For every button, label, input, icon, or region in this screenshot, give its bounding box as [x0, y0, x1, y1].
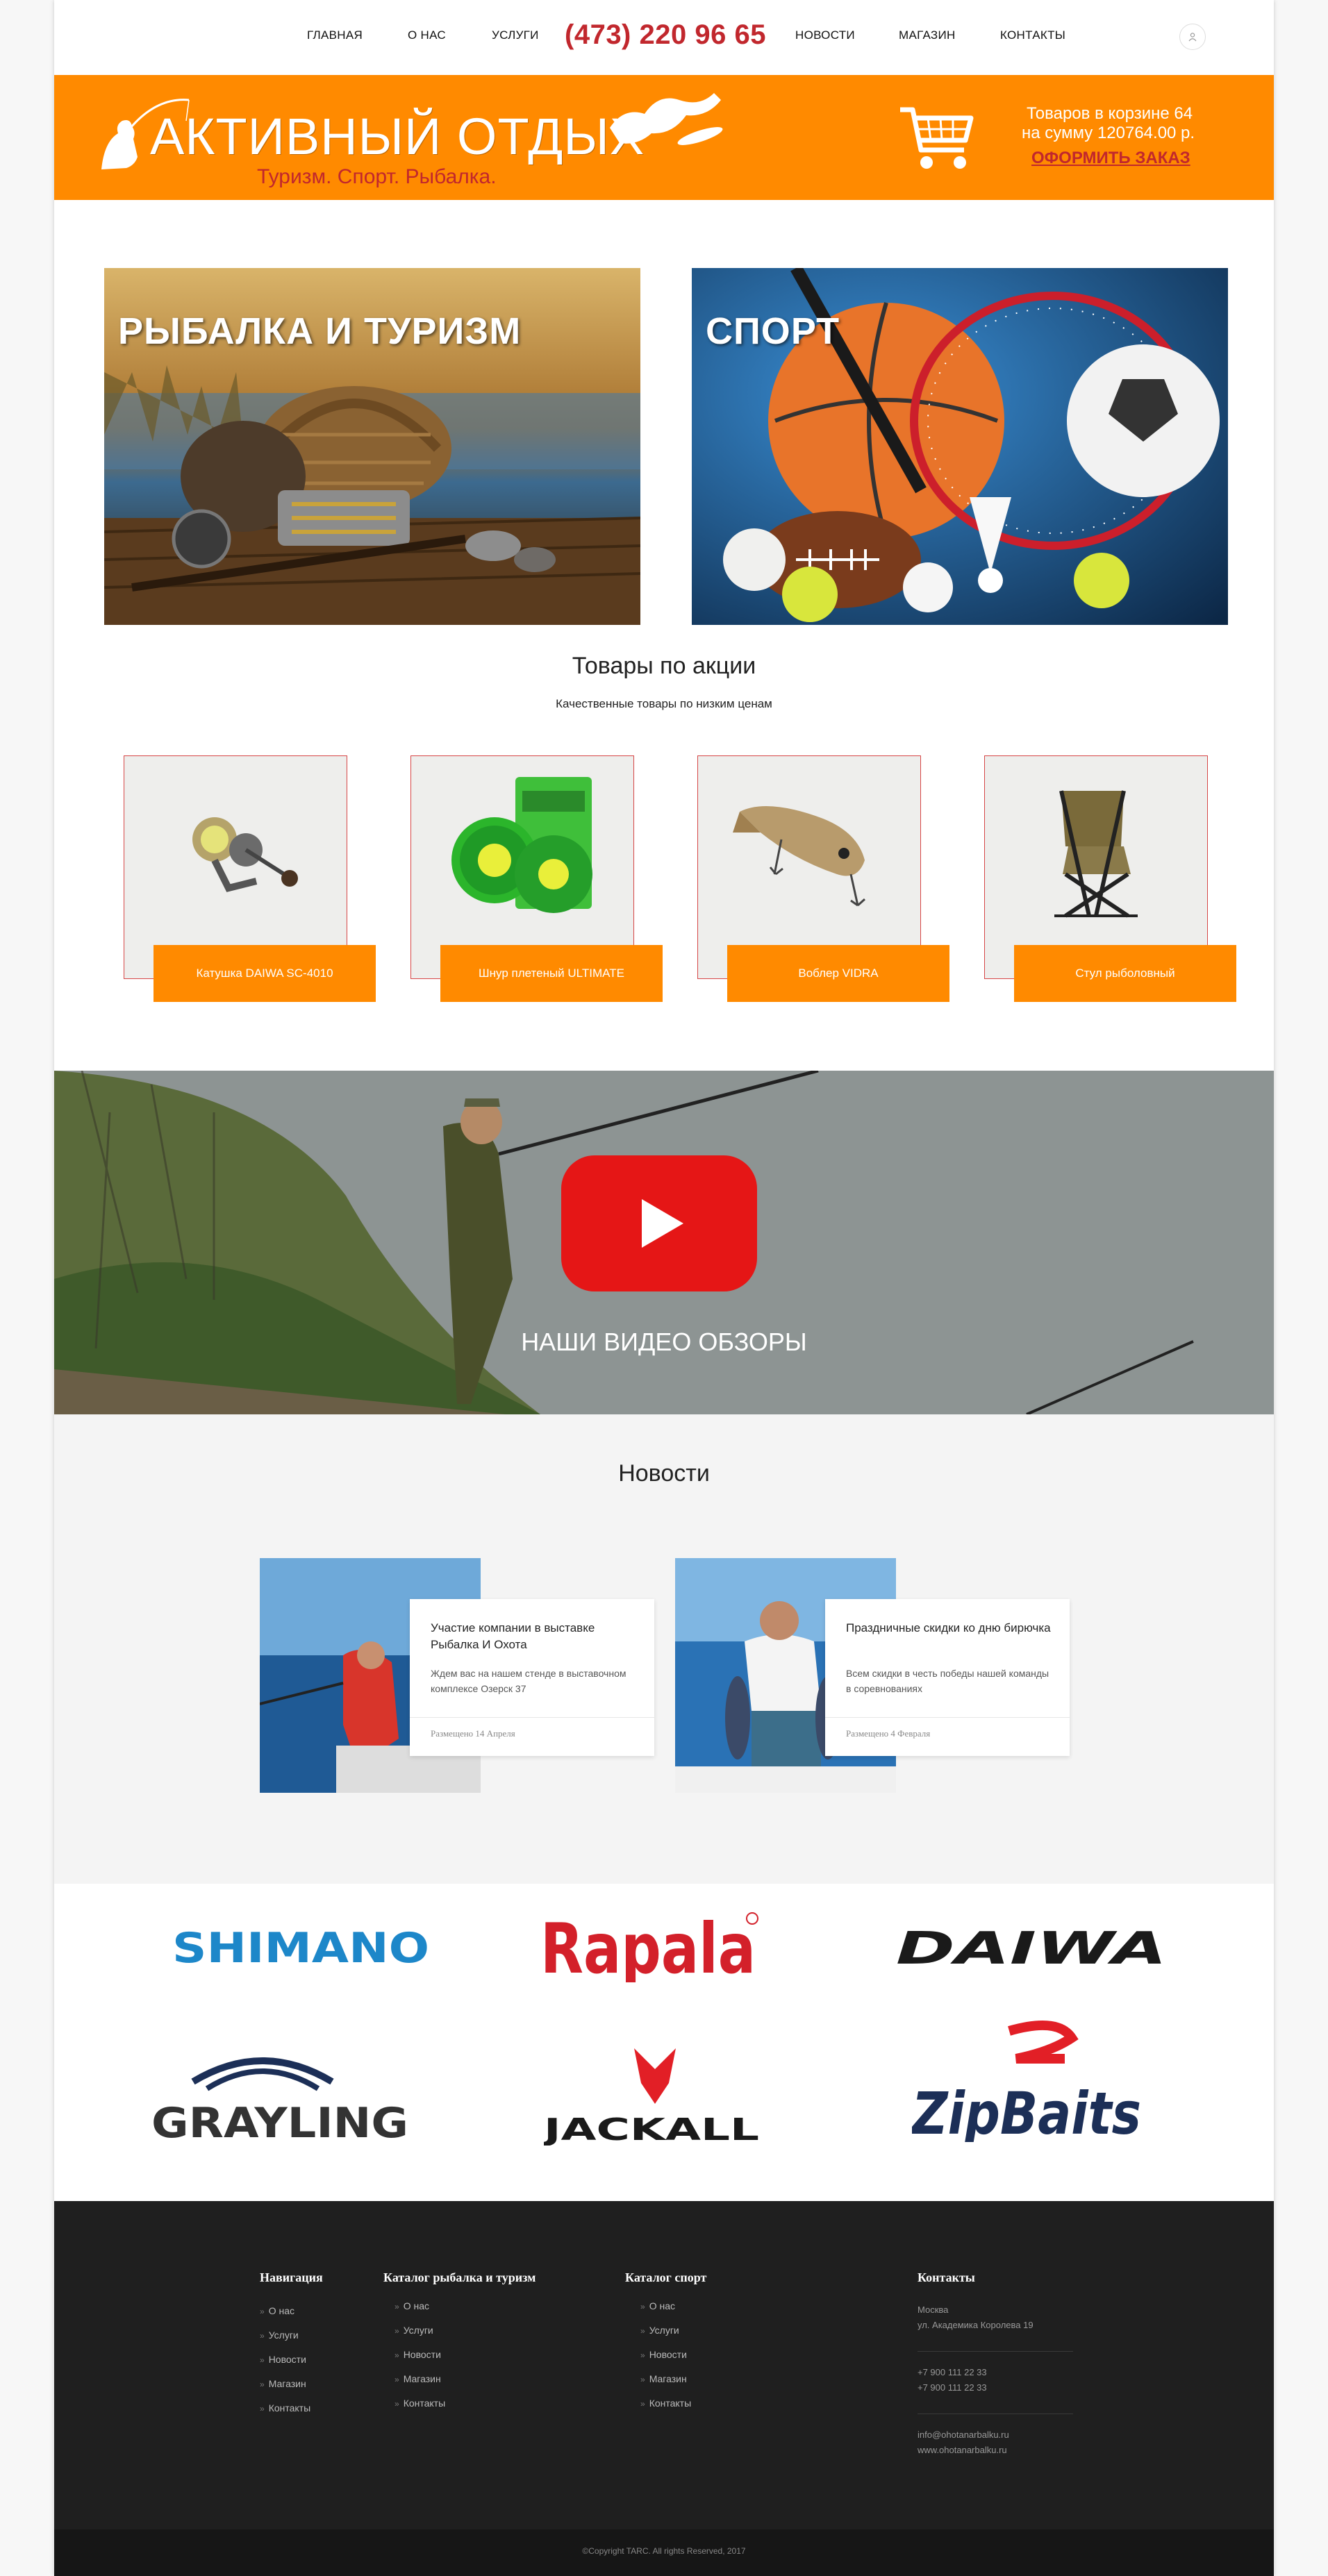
- logo-subtitle: Туризм. Спорт. Рыбалка.: [257, 165, 497, 188]
- promo-title: Товары по акции: [572, 653, 756, 679]
- footer-address: ул. Академика Королева 19: [918, 2320, 1034, 2330]
- video-label: НАШИ ВИДЕО ОБЗОРЫ: [521, 1328, 807, 1356]
- footer-fishing-link[interactable]: » Магазин: [395, 2373, 441, 2384]
- footer-sport-heading: Каталог спорт: [625, 2270, 707, 2284]
- news-item-text: Всем скидки в честь победы нашей команды…: [846, 1668, 1049, 1694]
- brand-name: DAIWA: [896, 1923, 1167, 1969]
- news-card-2[interactable]: Праздничные скидки ко дню бирючка Всем с…: [825, 1599, 1070, 1756]
- brand-name: JACKALL: [544, 2112, 759, 2146]
- footer-nav-link[interactable]: » Услуги: [260, 2330, 299, 2341]
- news-item-title[interactable]: Участие компании в выставке Рыбалка И Ох…: [431, 1620, 639, 1653]
- footer-nav-link[interactable]: » Контакты: [260, 2402, 310, 2414]
- footer: Навигация » О нас » Услуги » Новости » Магаз…: [54, 2201, 1274, 2576]
- nav-news[interactable]: НОВОСТИ: [795, 28, 855, 42]
- footer-sport-link[interactable]: » Магазин: [640, 2373, 687, 2384]
- header-banner: АКТИВНЫЙ ОТДЫХ Туризм. Спорт. Рыбалка. Т…: [54, 75, 1274, 200]
- category-title-sport: СПОРТ: [706, 310, 840, 352]
- nav-home[interactable]: ГЛАВНАЯ: [307, 28, 363, 42]
- copyright: ©Copyright TARC. All rights Reserved, 20…: [582, 2546, 746, 2556]
- footer-nav-heading: Навигация: [260, 2270, 323, 2284]
- top-navigation: ГЛАВНАЯ О НАС УСЛУГИ (473) 220 96 65 НОВ…: [54, 0, 1274, 75]
- skater-logo-icon: [610, 93, 723, 145]
- brand-name: Rapala: [540, 1908, 756, 1982]
- cart-count: Товаров в корзине 64: [1027, 104, 1193, 123]
- brand-logo-jackall[interactable]: JACKALL: [541, 2041, 766, 2149]
- footer-nav-link[interactable]: » Магазин: [260, 2378, 306, 2389]
- user-icon: [1188, 33, 1197, 42]
- brand-name: GRAYLING: [151, 2099, 408, 2144]
- user-button[interactable]: [1179, 24, 1206, 50]
- footer-phone-1[interactable]: +7 900 111 22 33: [918, 2365, 987, 2380]
- news-title: Новости: [618, 1460, 710, 1487]
- brand-logo-rapala[interactable]: Rapala: [540, 1906, 763, 1989]
- category-tile-fishing[interactable]: РЫБАЛКА И ТУРИЗМ: [104, 268, 640, 625]
- brand-logo-grayling[interactable]: GRAYLING: [151, 2040, 422, 2148]
- product-button-lure[interactable]: Воблер VIDRA: [727, 945, 949, 1002]
- play-icon: [642, 1199, 683, 1248]
- news-section: Новости Участие компании в выставке Рыба…: [54, 1414, 1274, 1884]
- cart-sum: на сумму 120764.00 р.: [1022, 124, 1195, 142]
- brand-name: ZipBaits: [912, 2080, 1141, 2142]
- page: ГЛАВНАЯ О НАС УСЛУГИ (473) 220 96 65 НОВ…: [54, 0, 1274, 2576]
- phone-number[interactable]: (473) 220 96 65: [565, 19, 766, 51]
- news-divider: [410, 1717, 654, 1718]
- news-item-date: Размещено 14 Апреля: [431, 1728, 515, 1739]
- brand-logo-shimano[interactable]: SHIMANO: [172, 1923, 429, 1975]
- news-item-title[interactable]: Праздничные скидки ко дню бирючка: [846, 1620, 1054, 1637]
- footer-nav-link[interactable]: » Новости: [260, 2354, 306, 2365]
- news-item-date: Размещено 4 Февраля: [846, 1728, 931, 1739]
- product-button-chair[interactable]: Стул рыболовный: [1014, 945, 1236, 1002]
- nav-about[interactable]: О НАС: [408, 28, 446, 42]
- nav-shop[interactable]: МАГАЗИН: [899, 28, 956, 42]
- video-section[interactable]: НАШИ ВИДЕО ОБЗОРЫ: [54, 1071, 1274, 1414]
- news-item-text: Ждем вас на нашем стенде в выставочном к…: [431, 1668, 626, 1694]
- brand-logo-daiwa[interactable]: DAIWA: [896, 1923, 1167, 1975]
- nav-services[interactable]: УСЛУГИ: [492, 28, 539, 42]
- footer-city: Москва: [918, 2305, 949, 2315]
- footer-phone-2[interactable]: +7 900 111 22 33: [918, 2380, 987, 2395]
- footer-sport-link[interactable]: » Услуги: [640, 2325, 679, 2336]
- news-divider: [825, 1717, 1070, 1718]
- category-title-fishing: РЫБАЛКА И ТУРИЗМ: [118, 310, 522, 352]
- footer-fishing-link[interactable]: » Контакты: [395, 2398, 445, 2409]
- footer-fishing-link[interactable]: » Услуги: [395, 2325, 433, 2336]
- footer-website[interactable]: www.ohotanarbalku.ru: [918, 2443, 1007, 2458]
- brand-name: SHIMANO: [172, 1924, 429, 1972]
- youtube-play-button[interactable]: [561, 1155, 757, 1291]
- logo-title[interactable]: АКТИВНЫЙ ОТДЫХ: [150, 107, 645, 166]
- footer-sport-link[interactable]: » Контакты: [640, 2398, 691, 2409]
- footer-bottom-bar: ©Copyright TARC. All rights Reserved, 20…: [54, 2529, 1274, 2576]
- footer-nav-link[interactable]: » О нас: [260, 2305, 294, 2316]
- footer-contacts-heading: Контакты: [918, 2270, 975, 2284]
- brand-logo-zipbaits[interactable]: ZipBaits: [910, 2017, 1148, 2148]
- footer-sport-link[interactable]: » Новости: [640, 2349, 687, 2360]
- category-tile-sport[interactable]: СПОРТ: [692, 268, 1228, 625]
- footer-divider: [918, 2351, 1073, 2352]
- promo-subtitle: Качественные товары по низким ценам: [556, 697, 772, 710]
- footer-fishing-link[interactable]: » О нас: [395, 2300, 429, 2311]
- footer-fishing-link[interactable]: » Новости: [395, 2349, 441, 2360]
- footer-fishing-heading: Каталог рыбалка и туризм: [383, 2270, 536, 2284]
- shopping-cart-icon[interactable]: [895, 96, 978, 179]
- footer-email[interactable]: info@ohotanarbalku.ru: [918, 2427, 1009, 2443]
- nav-contacts[interactable]: КОНТАКТЫ: [1000, 28, 1065, 42]
- footer-sport-link[interactable]: » О нас: [640, 2300, 675, 2311]
- product-button-reel[interactable]: Катушка DAIWA SC-4010: [153, 945, 376, 1002]
- news-card-1[interactable]: Участие компании в выставке Рыбалка И Ох…: [410, 1599, 654, 1756]
- product-button-line[interactable]: Шнур плетеный ULTIMATE: [440, 945, 663, 1002]
- place-order-link[interactable]: ОФОРМИТЬ ЗАКАЗ: [1031, 149, 1190, 168]
